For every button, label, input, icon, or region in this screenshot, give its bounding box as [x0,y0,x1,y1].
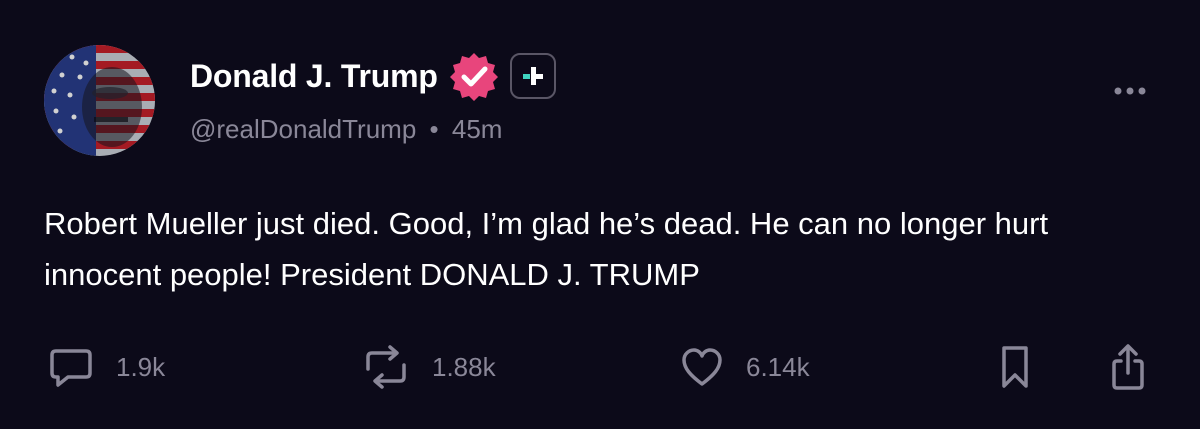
more-dots-icon [1114,87,1146,95]
share-icon [1112,344,1144,390]
verified-badge-icon [448,50,500,102]
share-button[interactable] [1110,342,1146,392]
post-actions: 1.9k 1.88k 6.14k [0,342,1200,392]
like-button[interactable]: 6.14k [680,342,810,392]
subscribe-plus-button[interactable] [509,53,556,99]
bookmark-icon [1002,346,1028,388]
reply-button[interactable]: 1.9k [48,342,165,392]
reply-icon [50,349,92,387]
author-avatar[interactable] [44,45,155,156]
heart-icon [682,348,722,386]
repost-count: 1.88k [432,351,496,382]
post-meta: @realDonaldTrump • 45m [190,114,502,145]
more-options-button[interactable] [1104,78,1156,104]
repost-button[interactable]: 1.88k [362,342,496,392]
avatar-image [44,45,155,156]
repost-icon [366,345,406,389]
post-header: Donald J. Trump [190,50,556,102]
reply-count: 1.9k [116,351,166,382]
post-card: Donald J. Trump @realDonaldTrump • 45m R… [0,0,1200,429]
author-handle[interactable]: @realDonaldTrump [190,114,416,144]
author-display-name[interactable]: Donald J. Trump [190,58,438,95]
meta-separator: • [429,114,439,144]
post-timestamp[interactable]: 45m [452,114,503,144]
bookmark-button[interactable] [998,342,1032,392]
like-count: 6.14k [746,351,810,382]
plus-icon [522,67,543,85]
post-text: Robert Mueller just died. Good, I’m glad… [44,206,1049,292]
